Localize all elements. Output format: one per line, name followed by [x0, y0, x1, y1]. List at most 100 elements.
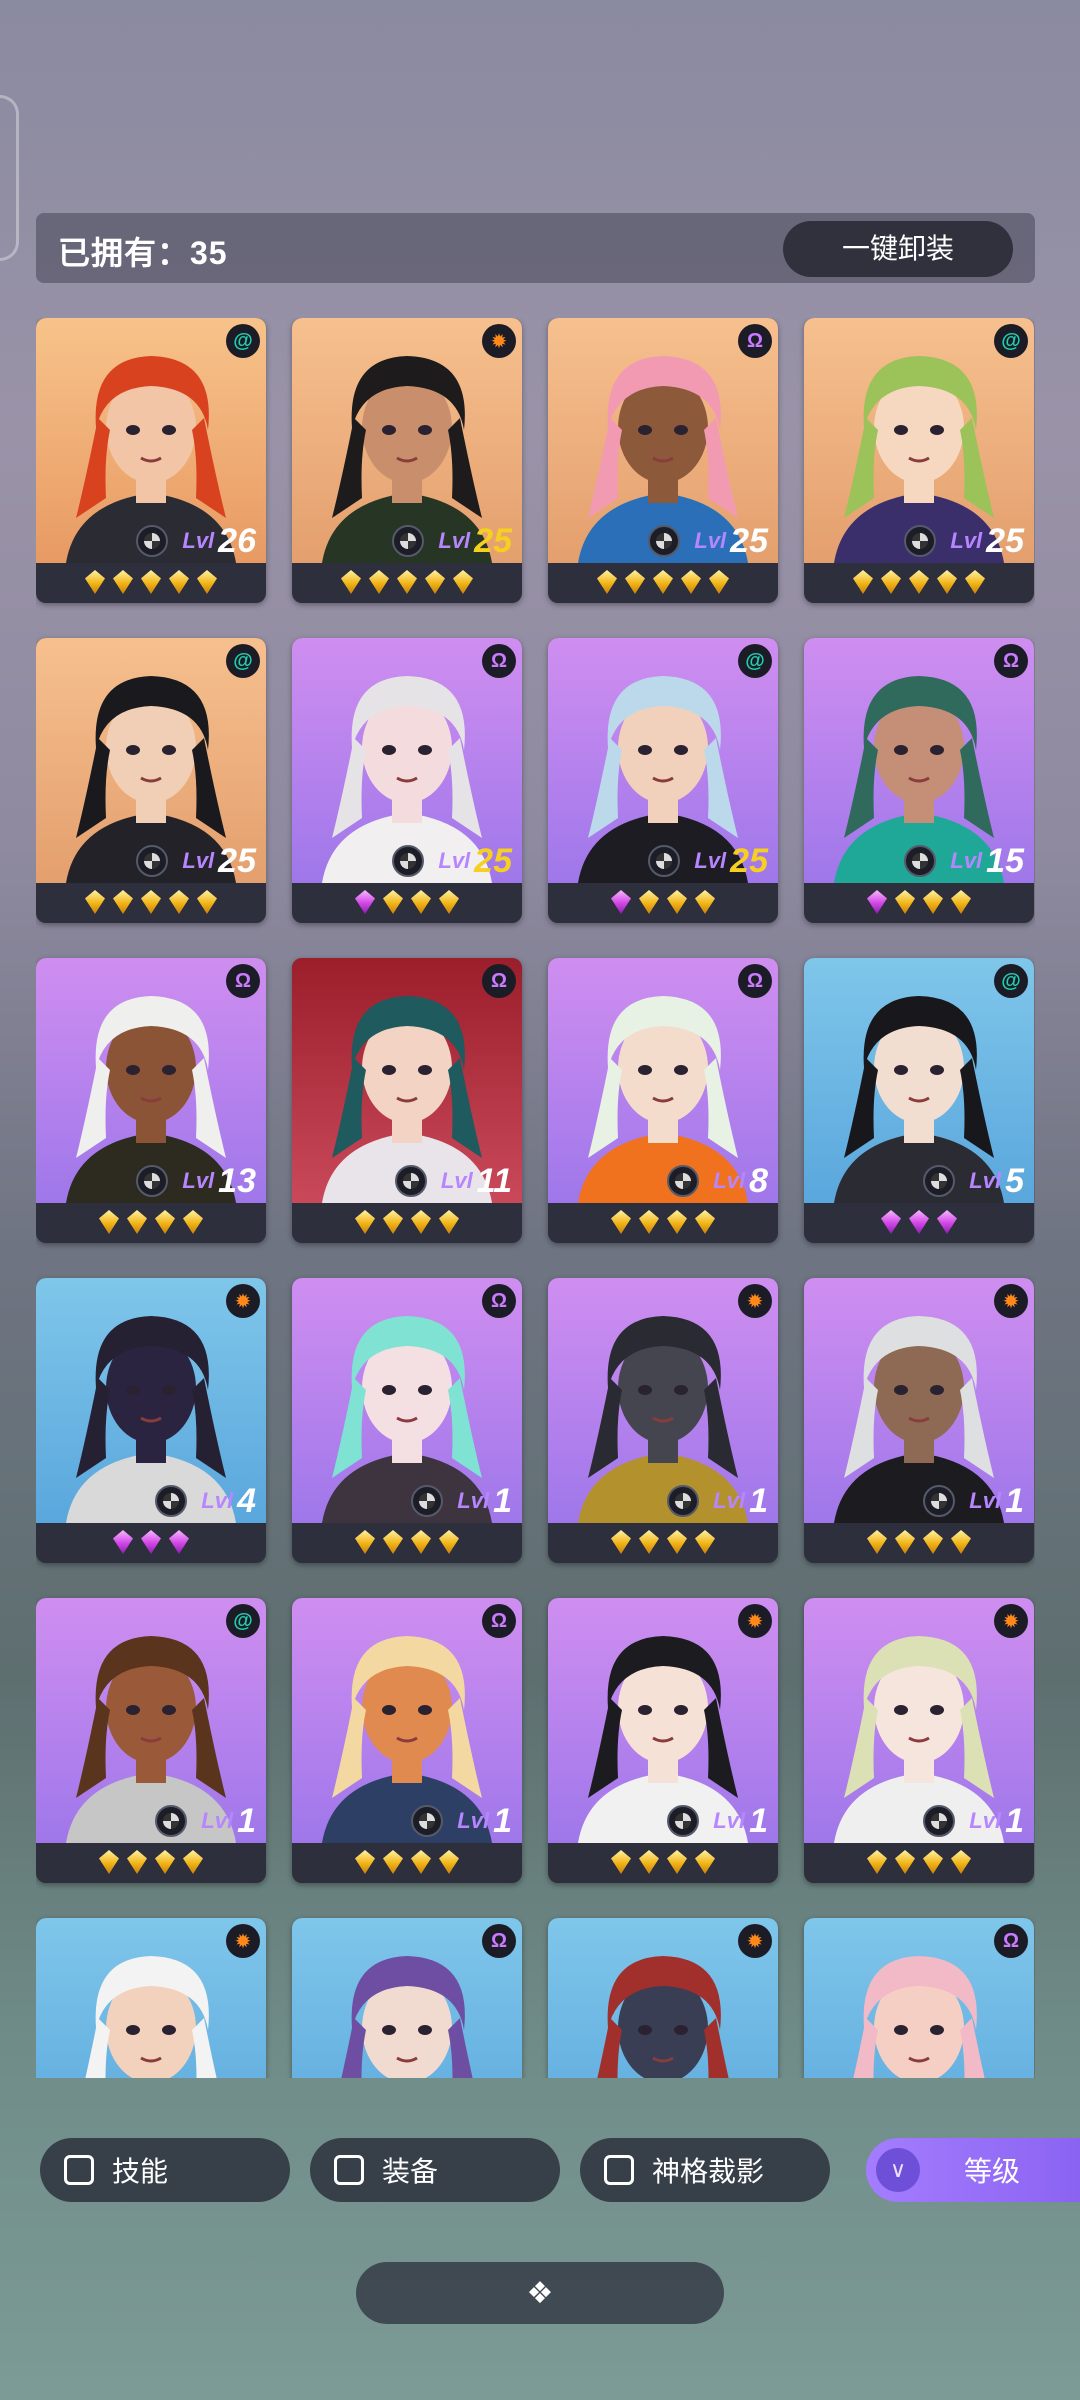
hero-card[interactable]: @ Lvl 1 — [36, 1598, 266, 1883]
hero-card[interactable]: Ω Lvl 13 — [36, 958, 266, 1243]
level-row: Lvl 1 — [292, 1801, 522, 1841]
gold-gem-icon — [141, 570, 161, 594]
gold-gem-icon — [625, 570, 645, 594]
hero-card[interactable]: Ω — [804, 1918, 1034, 2078]
level-value: 1 — [237, 1801, 256, 1840]
hero-card[interactable]: Ω Lvl 11 — [292, 958, 522, 1243]
gold-gem-icon — [639, 890, 659, 914]
divinity-dial-icon — [648, 525, 681, 557]
equipment-checkbox[interactable] — [334, 2155, 364, 2185]
hero-card[interactable]: ✹ Lvl 1 — [804, 1278, 1034, 1563]
gear-icon: ✹ — [994, 1604, 1028, 1638]
divinity-dial-icon — [136, 845, 169, 877]
omega-icon: Ω — [482, 1924, 516, 1958]
level-value: 1 — [1005, 1481, 1024, 1520]
star-gems — [804, 1845, 1034, 1879]
gold-gem-icon — [611, 1530, 631, 1554]
divinity-dial-icon — [394, 1165, 427, 1197]
gold-gem-icon — [909, 570, 929, 594]
sort-by-level-button[interactable]: ∨ 等级 — [866, 2138, 1080, 2202]
gold-gem-icon — [411, 1850, 431, 1874]
gold-gem-icon — [197, 890, 217, 914]
level-prefix: Lvl — [182, 528, 215, 553]
level-value: 8 — [749, 1161, 768, 1200]
omega-icon: Ω — [482, 964, 516, 998]
star-gems — [292, 565, 522, 599]
hero-card[interactable]: ✹ Lvl 1 — [548, 1278, 778, 1563]
hero-card[interactable]: Ω Lvl 15 — [804, 638, 1034, 923]
star-gems — [36, 1205, 266, 1239]
hero-card[interactable]: @ Lvl 25 — [804, 318, 1034, 603]
gold-gem-icon — [355, 1530, 375, 1554]
hero-card[interactable]: ✹ — [36, 1918, 266, 2078]
level-row: Lvl 5 — [804, 1161, 1034, 1201]
hero-card[interactable]: Ω Lvl 1 — [292, 1598, 522, 1883]
level-prefix: Lvl — [713, 1488, 746, 1513]
level-prefix: Lvl — [182, 1168, 215, 1193]
hero-card[interactable]: Ω Lvl 1 — [292, 1278, 522, 1563]
divinity-dial-icon — [411, 1485, 444, 1517]
swirl-icon: @ — [738, 644, 772, 678]
gold-gem-icon — [965, 570, 985, 594]
filter-skill-label: 技能 — [112, 2156, 169, 2187]
omega-icon: Ω — [994, 1924, 1028, 1958]
level-row: Lvl 26 — [36, 521, 266, 561]
hero-card[interactable]: @ Lvl 5 — [804, 958, 1034, 1243]
gold-gem-icon — [355, 1850, 375, 1874]
hero-card[interactable]: ✹ Lvl 1 — [548, 1598, 778, 1883]
level-value: 4 — [237, 1481, 256, 1520]
filter-equipment-label: 装备 — [382, 2156, 439, 2187]
collapse-panel-button[interactable]: ❖ — [356, 2262, 724, 2324]
hero-card[interactable]: ✹ Lvl 4 — [36, 1278, 266, 1563]
hero-card[interactable]: Ω Lvl 8 — [548, 958, 778, 1243]
level-value: 25 — [730, 841, 768, 880]
hero-card[interactable]: Ω — [292, 1918, 522, 2078]
level-value: 11 — [476, 1161, 512, 1200]
divinity-dial-icon — [904, 845, 937, 877]
star-gems — [804, 1205, 1034, 1239]
filter-divinity-toggle[interactable]: 神格裁影 — [580, 2138, 830, 2202]
divinity-dial-icon — [155, 1805, 188, 1837]
unequip-all-button[interactable]: 一键卸装 — [783, 221, 1013, 277]
level-prefix: Lvl — [438, 528, 471, 553]
gold-gem-icon — [439, 1530, 459, 1554]
purple-gem-icon — [355, 890, 375, 914]
hero-card[interactable]: ✹ Lvl 1 — [804, 1598, 1034, 1883]
gold-gem-icon — [695, 1850, 715, 1874]
filter-equipment-toggle[interactable]: 装备 — [310, 2138, 560, 2202]
hero-card[interactable]: @ Lvl 25 — [36, 638, 266, 923]
level-row: Lvl 1 — [292, 1481, 522, 1521]
gold-gem-icon — [709, 570, 729, 594]
divinity-dial-icon — [923, 1485, 956, 1517]
level-value: 1 — [493, 1801, 512, 1840]
gold-gem-icon — [597, 570, 617, 594]
hero-card[interactable]: Ω Lvl 25 — [548, 318, 778, 603]
level-row: Lvl 1 — [804, 1801, 1034, 1841]
gold-gem-icon — [453, 570, 473, 594]
hero-card[interactable]: @ Lvl 26 — [36, 318, 266, 603]
gold-gem-icon — [127, 1210, 147, 1234]
divinity-dial-icon — [648, 845, 681, 877]
star-gems — [804, 1525, 1034, 1559]
gear-icon: ✹ — [738, 1284, 772, 1318]
purple-gem-icon — [881, 1210, 901, 1234]
star-gems — [804, 885, 1034, 919]
filter-skill-toggle[interactable]: 技能 — [40, 2138, 290, 2202]
star-gems — [292, 1525, 522, 1559]
gold-gem-icon — [383, 890, 403, 914]
hero-card[interactable]: ✹ — [548, 1918, 778, 2078]
divinity-dial-icon — [923, 1805, 956, 1837]
divinity-dial-icon — [923, 1165, 956, 1197]
gold-gem-icon — [667, 890, 687, 914]
hero-card[interactable]: ✹ Lvl 25 — [292, 318, 522, 603]
hero-card[interactable]: Ω Lvl 25 — [292, 638, 522, 923]
gold-gem-icon — [667, 1850, 687, 1874]
gold-gem-icon — [923, 890, 943, 914]
gold-gem-icon — [951, 890, 971, 914]
gold-gem-icon — [141, 890, 161, 914]
divinity-dial-icon — [904, 525, 937, 557]
gold-gem-icon — [681, 570, 701, 594]
skill-checkbox[interactable] — [64, 2155, 94, 2185]
hero-card[interactable]: @ Lvl 25 — [548, 638, 778, 923]
divinity-checkbox[interactable] — [604, 2155, 634, 2185]
